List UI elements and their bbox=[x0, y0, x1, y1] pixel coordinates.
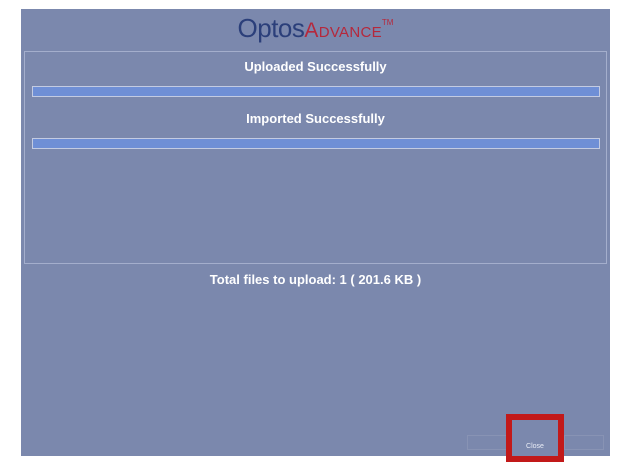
total-files-text: Total files to upload: 1 ( 201.6 KB ) bbox=[209, 272, 422, 287]
close-button-label: Close bbox=[526, 443, 544, 450]
logo-advance-text: Advance bbox=[304, 19, 382, 42]
upload-progress-bar bbox=[32, 86, 600, 97]
status-panel: Uploaded Successfully Imported Successfu… bbox=[24, 51, 607, 264]
close-button[interactable]: Close bbox=[506, 414, 564, 462]
upload-progress-fill bbox=[33, 87, 599, 96]
import-progress-fill bbox=[33, 139, 599, 148]
upload-status-label: Uploaded Successfully bbox=[244, 59, 387, 74]
upload-dialog: OptosAdvanceTM Uploaded Successfully Imp… bbox=[21, 9, 610, 462]
disabled-button-right bbox=[564, 435, 604, 450]
import-progress-bar bbox=[32, 138, 600, 149]
disabled-button-left bbox=[467, 435, 507, 450]
import-status-label: Imported Successfully bbox=[246, 111, 385, 126]
logo-trademark: TM bbox=[381, 18, 394, 27]
optos-advance-logo: OptosAdvanceTM bbox=[21, 13, 610, 44]
logo-optos-text: Optos bbox=[237, 13, 305, 43]
